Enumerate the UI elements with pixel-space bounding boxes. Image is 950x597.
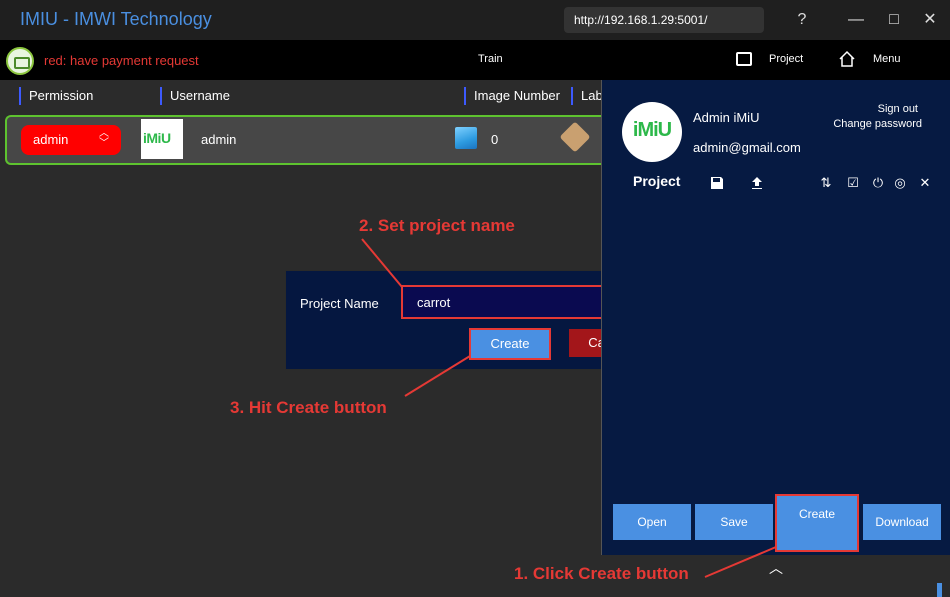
open-button[interactable]: Open bbox=[613, 504, 691, 540]
close-button[interactable]: ✕ bbox=[920, 10, 940, 30]
row-username: admin bbox=[201, 132, 237, 147]
project-icon[interactable] bbox=[736, 52, 752, 66]
permission-select[interactable]: admin ︿ ﹀ bbox=[21, 125, 121, 155]
upload-icon[interactable] bbox=[749, 175, 765, 191]
payment-icon[interactable] bbox=[6, 47, 34, 75]
image-icon[interactable] bbox=[455, 127, 477, 149]
header-label: Lab bbox=[571, 87, 603, 105]
save-button[interactable]: Save bbox=[695, 504, 773, 540]
download-button[interactable]: Download bbox=[863, 504, 941, 540]
create-button-label: Create bbox=[798, 507, 836, 521]
save-icon[interactable] bbox=[709, 175, 725, 191]
menu-link[interactable]: Menu bbox=[873, 53, 901, 65]
side-panel: iMiU Admin iMiU admin@gmail.com Sign out… bbox=[601, 80, 950, 576]
close-icon[interactable]: ✕ bbox=[917, 175, 933, 191]
top-toolbar: red: have payment request Train Project … bbox=[0, 40, 950, 80]
help-icon[interactable]: ? bbox=[792, 10, 812, 30]
check-icon[interactable]: ☑ bbox=[845, 175, 861, 191]
annotation-step1: 1. Click Create button bbox=[514, 564, 689, 583]
payment-notice[interactable]: red: have payment request bbox=[44, 53, 199, 68]
dialog-create-button[interactable]: Create bbox=[469, 328, 551, 360]
panel-title: Project bbox=[633, 173, 681, 189]
user-email: admin@gmail.com bbox=[693, 140, 801, 155]
permission-value: admin bbox=[33, 132, 69, 147]
logo: iMiU bbox=[622, 102, 682, 162]
logo-text: iMiU bbox=[632, 119, 672, 141]
avatar-text: iMiU bbox=[143, 130, 171, 146]
avatar: iMiU bbox=[141, 119, 183, 159]
header-username: Username bbox=[160, 87, 230, 105]
chevron-updown-icon: ︿ ﹀ bbox=[99, 128, 109, 149]
sign-out-link[interactable]: Sign out bbox=[878, 103, 918, 115]
url-field[interactable]: http://192.168.1.29:5001/ bbox=[564, 7, 764, 33]
table-row[interactable]: admin ︿ ﹀ iMiU admin 0 bbox=[5, 115, 605, 165]
row-image-number: 0 bbox=[491, 132, 499, 147]
annotation-step2: 2. Set project name bbox=[359, 216, 515, 235]
create-button[interactable]: Create bbox=[775, 494, 859, 552]
project-link[interactable]: Project bbox=[769, 53, 803, 65]
header-image-number: Image Number bbox=[464, 87, 560, 105]
minimize-button[interactable]: — bbox=[846, 10, 866, 30]
train-link[interactable]: Train bbox=[478, 53, 503, 65]
power-icon[interactable]: ⏻ bbox=[870, 175, 886, 191]
app-title: IMIU - IMWI Technology bbox=[20, 9, 212, 29]
user-name: Admin iMiU bbox=[693, 110, 760, 125]
home-icon[interactable] bbox=[838, 50, 856, 68]
change-password-link[interactable]: Change password bbox=[833, 118, 922, 130]
header-permission: Permission bbox=[19, 87, 93, 105]
merge-icon[interactable]: ⇅ bbox=[818, 175, 834, 191]
maximize-button[interactable]: □ bbox=[884, 10, 904, 30]
scrollbar[interactable] bbox=[937, 583, 942, 597]
headphones-icon[interactable]: ◎ bbox=[892, 175, 908, 191]
title-bar: IMIU - IMWI Technology http://192.168.1.… bbox=[0, 0, 950, 40]
project-name-label: Project Name bbox=[300, 296, 379, 311]
chevron-up-icon[interactable]: ︿ bbox=[769, 558, 783, 578]
tag-icon[interactable] bbox=[559, 121, 591, 153]
annotation-step3: 3. Hit Create button bbox=[230, 398, 387, 417]
